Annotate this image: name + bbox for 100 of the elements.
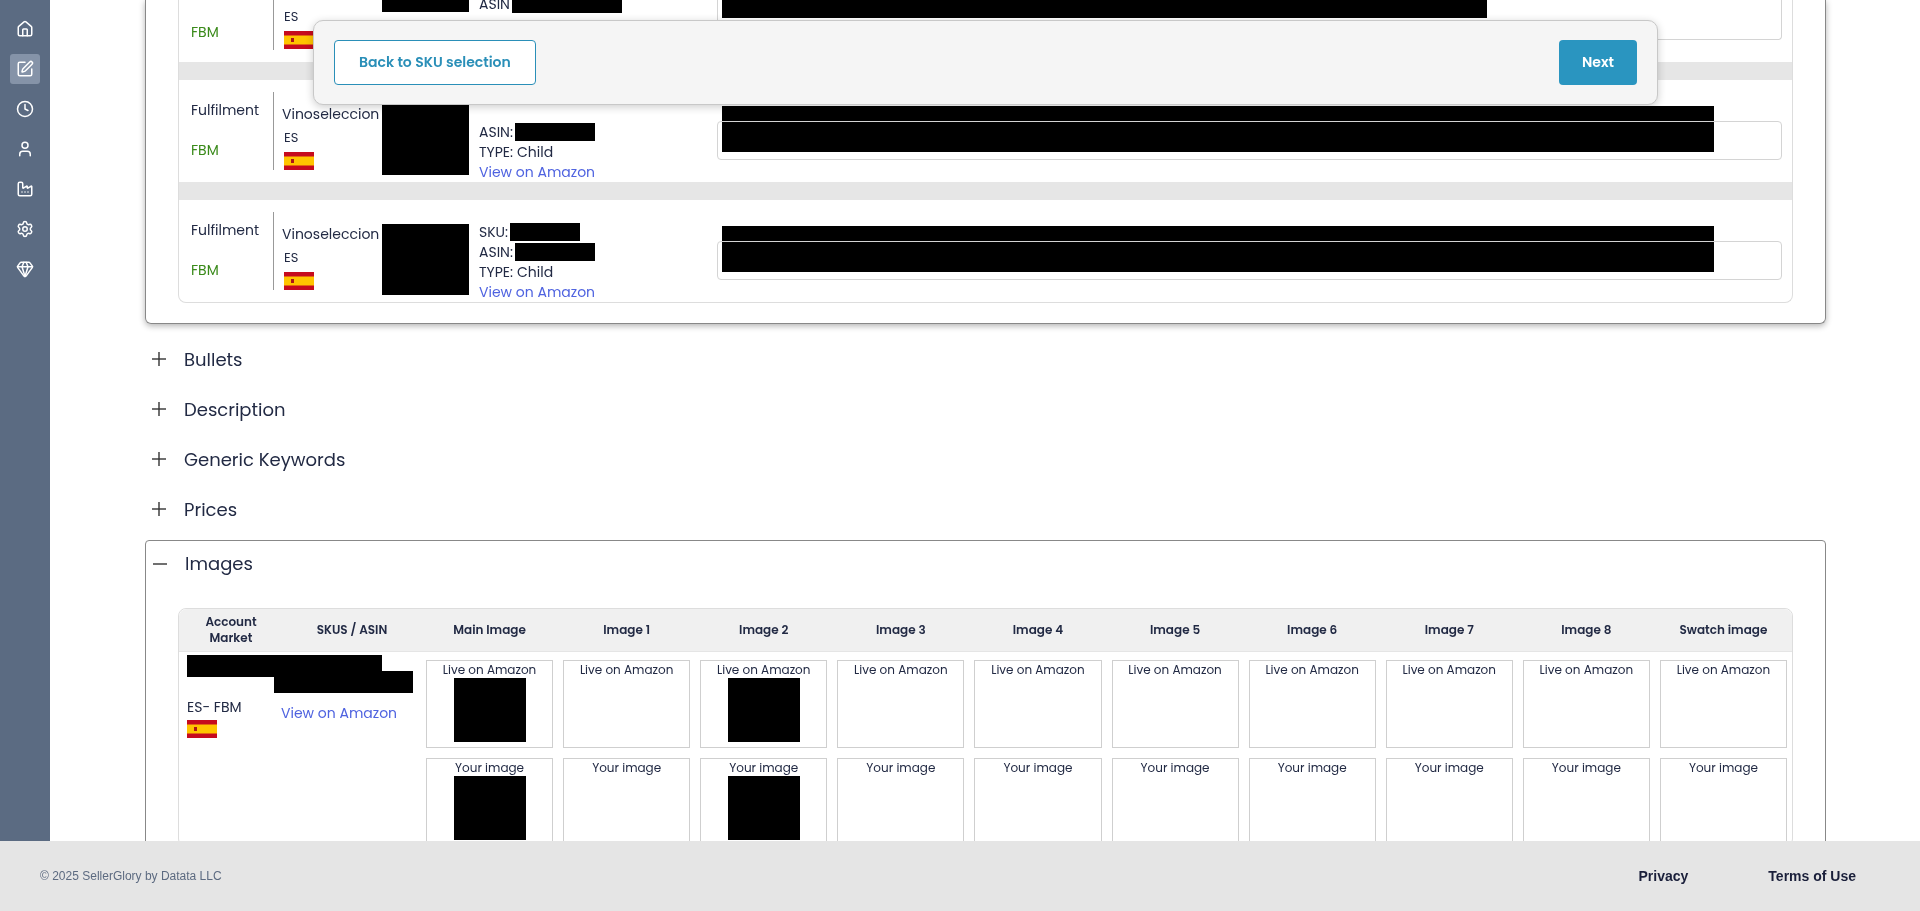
image-slot[interactable]: Live on Amazon [1659,660,1787,748]
flag-icon [284,272,314,290]
footer-link[interactable]: Terms of Use [1768,865,1856,887]
image-slot[interactable]: Your image [700,758,828,841]
image-slot[interactable]: Live on Amazon [700,660,828,748]
fulfilment-label: Fulfilment [191,220,261,240]
accordion-header[interactable]: Bullets [145,334,1826,384]
column-header: Image 7 [1423,622,1475,638]
plus-icon[interactable] [152,452,166,466]
image-slot-label: Your image [1414,759,1484,776]
image-slot-label: Your image [592,759,662,776]
column-header: Image 1 [602,622,652,638]
image-slot[interactable]: Your image [1111,758,1239,841]
type-value: Child [517,142,554,162]
column-header: Image 4 [1011,622,1065,638]
copyright-text: © 2025 SellerGlory by Datata LLC [40,868,222,885]
image-slot-label: Live on Amazon [991,661,1085,678]
plus-icon[interactable] [152,402,166,416]
column-header: Account Market [204,614,258,646]
user-icon [16,140,34,158]
column-header: Image 6 [1286,622,1339,638]
image-slot-label: Your image [1551,759,1621,776]
market-label: ES- FBM [187,698,243,716]
image-slot-label: Your image [455,759,525,776]
gem-icon [16,260,34,278]
settings-icon [16,220,34,238]
image-slot[interactable]: Your image [974,758,1102,841]
image-slot-label: Live on Amazon [1128,661,1222,678]
input-field[interactable] [717,241,1782,280]
clock-icon [16,100,34,118]
back-button[interactable]: Back to SKU selection [334,40,536,85]
asin-label: ASIN: [479,242,513,262]
image-slot-label: Live on Amazon [442,661,537,678]
image-slot[interactable]: Your image [837,758,965,841]
image-slot[interactable]: Your image [563,758,691,841]
view-on-amazon-link[interactable]: View on Amazon [281,703,398,723]
plus-icon[interactable] [152,352,166,366]
image-slot-label: Live on Amazon [1676,661,1771,678]
plus-icon[interactable] [152,502,166,516]
market-code: ES [283,249,300,267]
image-slot[interactable]: Your image [426,758,554,841]
image-slot[interactable]: Live on Amazon [1248,660,1376,748]
image-slot-label: Your image [1140,759,1210,776]
image-slot[interactable]: Your image [1248,758,1376,841]
image-slot[interactable]: Live on Amazon [837,660,965,748]
image-slot-label: Your image [729,759,799,776]
image-slot[interactable]: Live on Amazon [1522,660,1650,748]
market-code: ES [283,129,300,147]
image-slot-label: Live on Amazon [1539,661,1634,678]
channel-label: FBM [191,140,220,160]
account-name: Vinoseleccion [282,225,381,243]
image-slot-label: Live on Amazon [579,661,674,678]
market-code: ES [283,8,300,26]
fulfilment-label: Fulfilment [191,100,261,120]
image-slot[interactable]: Your image [1385,758,1513,841]
type-label: TYPE: [479,142,514,162]
image-slot[interactable]: Live on Amazon [1385,660,1513,748]
column-header: SKUS / ASIN [315,622,389,638]
flag-icon [284,31,314,49]
image-slot[interactable]: Live on Amazon [426,660,554,748]
image-slot-label: Live on Amazon [1265,661,1359,678]
image-slot-label: Live on Amazon [717,661,811,678]
footer-link[interactable]: Privacy [1638,865,1689,887]
asin-label: ASIN: [479,122,513,142]
image-slot[interactable]: Live on Amazon [563,660,691,748]
flag-icon [187,720,217,738]
channel-label: FBM [191,22,220,42]
column-header: Image 8 [1560,622,1613,638]
redaction-block [510,223,581,241]
image-slot[interactable]: Live on Amazon [1111,660,1239,748]
input-field[interactable] [717,121,1782,160]
edit-icon [16,60,34,78]
image-slot-label: Your image [866,759,936,776]
accordion-header[interactable]: Images [153,541,1793,586]
sku-label: SKU: [479,222,509,242]
column-header: Image 2 [738,622,790,638]
image-slot-label: Live on Amazon [1402,661,1496,678]
column-header: Image 5 [1148,622,1202,638]
flag-icon [284,152,314,170]
type-label: TYPE: [479,262,514,282]
image-slot[interactable]: Live on Amazon [974,660,1102,748]
image-slot[interactable]: Your image [1522,758,1650,841]
column-header: Image 3 [875,622,927,638]
accordion-header[interactable]: Generic Keywords [145,434,1826,484]
column-header: Main Image [452,622,527,638]
sidebar-item[interactable] [10,54,40,84]
factory-icon [16,180,34,198]
view-on-amazon-link[interactable]: View on Amazon [479,282,717,302]
image-slot-label: Live on Amazon [854,661,948,678]
image-slot-label: Your image [1277,759,1347,776]
channel-label: FBM [191,260,220,280]
accordion-header[interactable]: Prices [145,484,1826,534]
accordion-header[interactable]: Description [145,384,1826,434]
account-name: Vinoseleccion [282,105,381,123]
image-slot-label: Your image [1688,759,1758,776]
home-icon [16,20,34,38]
view-on-amazon-link[interactable]: View on Amazon [479,162,717,182]
image-slot[interactable]: Your image [1659,758,1787,841]
image-slot-label: Your image [1003,759,1073,776]
type-value: Child [517,262,554,282]
